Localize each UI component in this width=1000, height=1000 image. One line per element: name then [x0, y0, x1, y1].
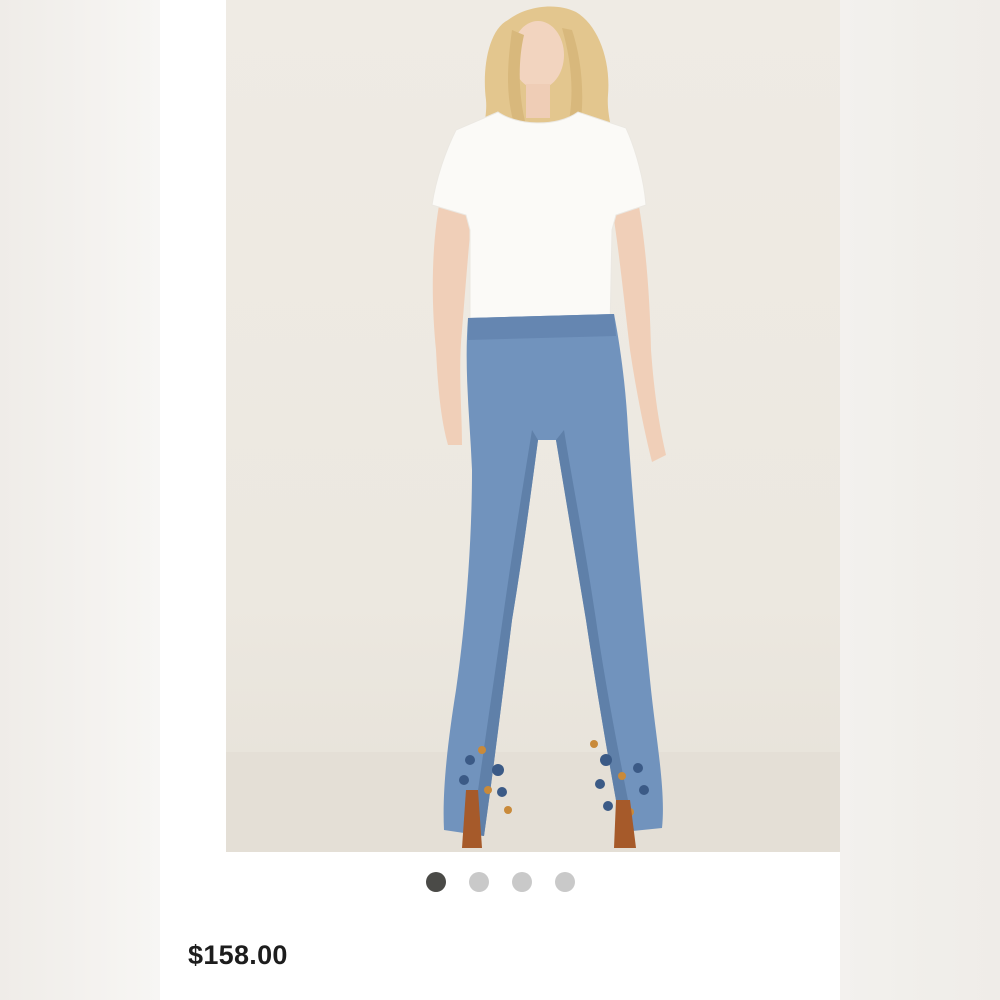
product-price: $158.00	[188, 940, 288, 970]
product-photo-icon	[226, 6, 840, 852]
image-carousel-indicator	[160, 872, 840, 894]
product-photo[interactable]	[226, 0, 840, 852]
blurred-background-right	[840, 0, 1000, 1000]
carousel-dot-4[interactable]	[554, 872, 575, 892]
carousel-dot-3[interactable]	[511, 872, 532, 892]
blurred-background-left	[0, 0, 160, 1000]
carousel-dot-2[interactable]	[468, 872, 489, 892]
product-card: $158.00	[160, 0, 840, 1000]
carousel-dot-1[interactable]	[425, 872, 446, 892]
